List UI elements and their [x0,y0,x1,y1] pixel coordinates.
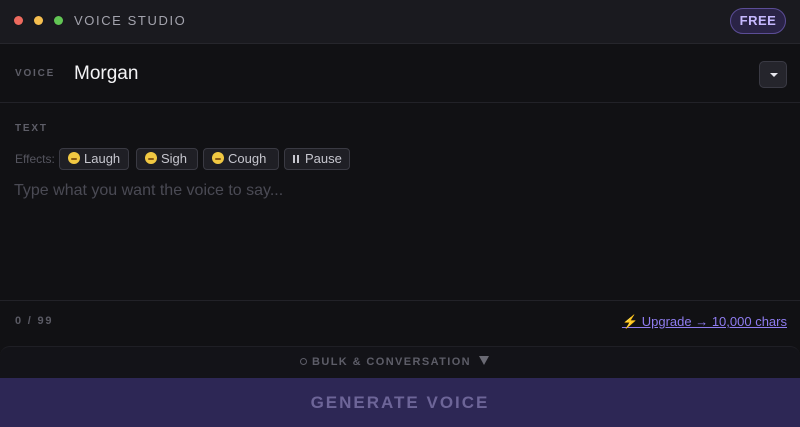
effect-sigh-label: Sigh [161,151,188,166]
effect-cough-label: Cough [228,151,267,166]
pause-icon [293,155,299,163]
app-title: VOICE STUDIO [74,13,187,28]
text-label: TEXT [15,123,48,134]
effect-laugh-button[interactable]: Laugh [59,148,129,170]
bulk-conversation-label: BULK & CONVERSATION [312,356,472,368]
voice-text-input[interactable] [14,182,786,292]
minimize-window-button[interactable] [34,16,43,25]
effects-label: Effects: [15,152,55,166]
effect-laugh-label: Laugh [84,151,121,166]
effect-pause-label: Pause [305,151,342,166]
selected-voice-name[interactable]: Morgan [74,63,138,85]
text-section: TEXT Effects: Laugh Sigh Cough Pause [0,104,800,300]
cough-emoji-icon [212,152,224,164]
generate-voice-button[interactable]: GENERATE VOICE [0,378,800,427]
voice-dropdown-button[interactable] [759,61,787,88]
laugh-emoji-icon [68,152,80,164]
effect-pause-button[interactable]: Pause [284,148,350,170]
maximize-window-button[interactable] [54,16,63,25]
bulk-conversation-toggle[interactable]: BULK & CONVERSATION [0,346,800,378]
ring-icon [300,358,307,365]
effect-sigh-button[interactable]: Sigh [136,148,198,170]
effect-cough-button[interactable]: Cough [203,148,279,170]
voice-label: VOICE [15,68,56,79]
sigh-emoji-icon [145,152,157,164]
triangle-down-icon [479,356,490,365]
plan-badge[interactable]: FREE [730,8,786,34]
close-window-button[interactable] [14,16,23,25]
upgrade-link[interactable]: ⚡ Upgrade → 10,000 chars [622,314,787,330]
caret-down-icon [770,73,778,77]
title-bar: VOICE STUDIO FREE [0,0,800,44]
text-footer: 0 / 99 ⚡ Upgrade → 10,000 chars [0,300,800,346]
bulk-conversation-header: BULK & CONVERSATION [300,356,490,368]
character-count: 0 / 99 [15,315,54,327]
voice-selector-row: VOICE Morgan [0,45,800,103]
